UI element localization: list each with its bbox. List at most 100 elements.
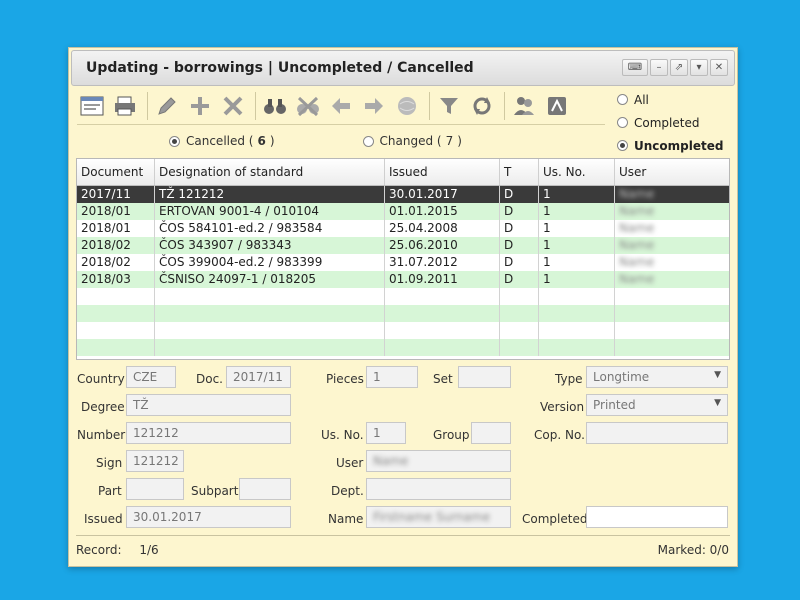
dept-field[interactable] <box>366 478 511 500</box>
col-designation[interactable]: Designation of standard <box>155 159 385 185</box>
subpart-field[interactable] <box>239 478 291 500</box>
table-row[interactable] <box>77 322 729 339</box>
cell-document <box>77 339 155 356</box>
version-select[interactable]: Printed ▼ <box>586 394 728 416</box>
part-label: Part <box>98 484 122 498</box>
table-row[interactable]: 2018/01 ERTOVAN 9001-4 / 010104 01.01.2015… <box>77 203 729 220</box>
cell-type <box>500 339 539 356</box>
table-row[interactable]: 2018/03 ČSNISO 24097-1 / 018205 01.09.2011… <box>77 271 729 288</box>
user-name: Name <box>619 238 655 252</box>
toolbar <box>77 88 605 125</box>
cell-document: 2018/02 <box>77 254 155 271</box>
radio-changed[interactable] <box>362 135 374 147</box>
cell-user <box>615 322 729 339</box>
col-type[interactable]: T <box>500 159 539 185</box>
type-select[interactable]: Longtime ▼ <box>586 366 728 388</box>
title-bar: Updating - borrowings | Uncompleted / Ca… <box>71 50 735 86</box>
filter-uncompleted[interactable]: Uncompleted <box>617 134 723 157</box>
name-value: Firstname Surname <box>373 510 491 524</box>
set-field[interactable] <box>458 366 511 388</box>
minimize-icon[interactable]: – <box>650 59 668 76</box>
tab-cancelled[interactable]: Cancelled ( 6 ) <box>169 134 275 148</box>
table-row[interactable]: 2017/11 TŽ 121212 30.01.2017 D 1 Name <box>77 186 729 203</box>
part-field[interactable] <box>126 478 184 500</box>
col-user[interactable]: User <box>615 159 729 185</box>
radio-cancelled[interactable] <box>169 135 180 147</box>
user-field[interactable]: Name <box>366 450 511 472</box>
toolbar-separator <box>429 92 430 120</box>
degree-field[interactable]: TŽ <box>126 394 291 416</box>
delete-icon[interactable] <box>218 91 248 121</box>
degree-label: Degree <box>81 400 125 414</box>
window-controls: ⌨ – ⇗ ▾ ✕ <box>622 59 728 76</box>
col-issued[interactable]: Issued <box>385 159 500 185</box>
cell-issued <box>385 288 500 305</box>
issued-field[interactable]: 30.01.2017 <box>126 506 291 528</box>
radio-all[interactable] <box>617 94 628 105</box>
pdf-icon[interactable] <box>542 91 572 121</box>
web-icon[interactable] <box>392 91 422 121</box>
user-value: Name <box>373 454 409 468</box>
find-icon[interactable] <box>260 91 290 121</box>
usno-field[interactable]: 1 <box>366 422 406 444</box>
table-row[interactable]: 2018/02 ČOS 343907 / 983343 25.06.2010 D 1 Na… <box>77 237 729 254</box>
completion-filter: All Completed Uncompleted <box>617 88 723 157</box>
radio-completed[interactable] <box>617 117 628 128</box>
table-row[interactable] <box>77 288 729 305</box>
users-icon[interactable] <box>509 91 539 121</box>
refresh-icon[interactable] <box>467 91 497 121</box>
clear-filter-icon[interactable] <box>293 91 323 121</box>
copno-field[interactable] <box>586 422 728 444</box>
edit-icon[interactable] <box>152 91 182 121</box>
back-icon[interactable] <box>326 91 356 121</box>
user-name: Name <box>619 187 655 201</box>
cell-usno: 1 <box>539 220 615 237</box>
pieces-field[interactable]: 1 <box>366 366 418 388</box>
cell-type <box>500 305 539 322</box>
number-field[interactable]: 121212 <box>126 422 291 444</box>
tab-changed-count: 7 <box>445 134 454 148</box>
group-field[interactable] <box>471 422 511 444</box>
filter-all[interactable]: All <box>617 88 723 111</box>
forward-icon[interactable] <box>359 91 389 121</box>
sign-field[interactable]: 121212 <box>126 450 184 472</box>
cell-usno: 1 <box>539 237 615 254</box>
version-label: Version <box>540 400 585 414</box>
country-field[interactable]: CZE <box>126 366 176 388</box>
table-row[interactable]: 2018/02 ČOS 399004-ed.2 / 983399 31.07.201… <box>77 254 729 271</box>
doc-field[interactable]: 2017/11 <box>226 366 291 388</box>
completed-field[interactable] <box>586 506 728 528</box>
cell-type: D <box>500 254 539 271</box>
table-row[interactable] <box>77 305 729 322</box>
tab-changed[interactable]: Changed ( 7 ) <box>362 134 462 148</box>
menu-dropdown-icon[interactable]: ▾ <box>690 59 708 76</box>
cell-usno <box>539 305 615 322</box>
print-icon[interactable] <box>110 91 140 121</box>
keyboard-icon[interactable]: ⌨ <box>622 59 648 76</box>
name-field[interactable]: Firstname Surname <box>366 506 511 528</box>
popout-icon[interactable]: ⇗ <box>670 59 688 76</box>
cell-usno <box>539 322 615 339</box>
col-usno[interactable]: Us. No. <box>539 159 615 185</box>
usno-label: Us. No. <box>321 428 364 442</box>
cell-type: D <box>500 271 539 288</box>
filter-completed[interactable]: Completed <box>617 111 723 134</box>
group-label: Group <box>433 428 470 442</box>
table-row[interactable] <box>77 339 729 356</box>
cell-user: Name <box>615 203 729 220</box>
cell-document: 2017/11 <box>77 186 155 203</box>
col-document[interactable]: Document <box>77 159 155 185</box>
close-icon[interactable]: ✕ <box>710 59 728 76</box>
cell-user: Name <box>615 237 729 254</box>
type-label: Type <box>555 372 583 386</box>
cell-usno <box>539 288 615 305</box>
cell-document: 2018/03 <box>77 271 155 288</box>
table-row[interactable]: 2018/01 ČOS 584101-ed.2 / 983584 25.04.200… <box>77 220 729 237</box>
cell-type: D <box>500 220 539 237</box>
cell-document <box>77 305 155 322</box>
add-icon[interactable] <box>185 91 215 121</box>
filter-icon[interactable] <box>434 91 464 121</box>
chevron-down-icon: ▼ <box>714 370 721 380</box>
radio-uncompleted[interactable] <box>617 140 628 151</box>
form-icon[interactable] <box>77 91 107 121</box>
